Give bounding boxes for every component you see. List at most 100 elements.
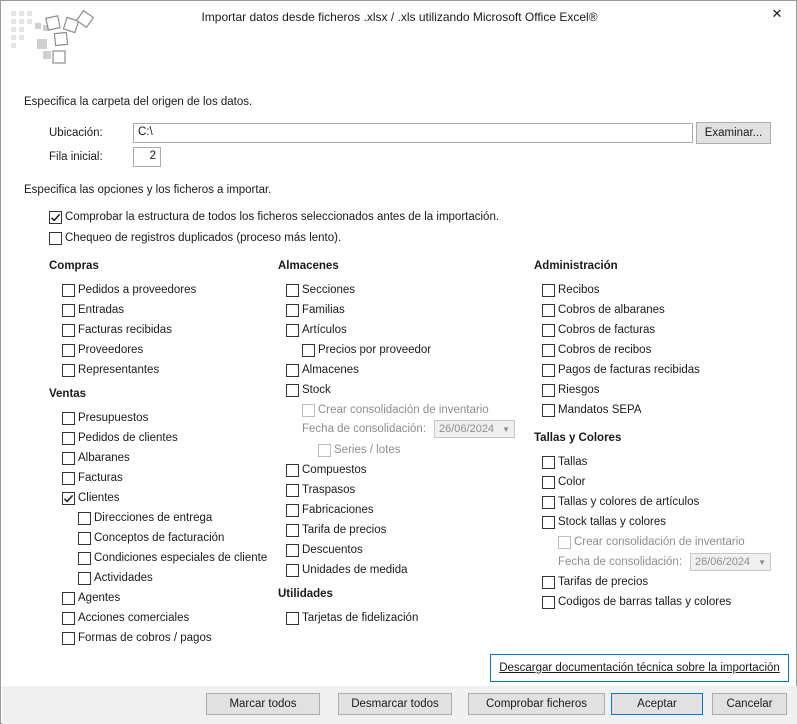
checkbox-box [542,363,555,377]
checkbox-box [286,323,299,337]
checkbox-label: Tallas [558,456,588,468]
checkbox-label: Compuestos [302,464,367,476]
checkbox-box [286,363,299,377]
adm-riesgos-checkbox[interactable]: Riesgos [542,382,600,398]
alm-fecha-combo: 26/06/2024 ▼ [434,420,515,438]
alm-compuestos-checkbox[interactable]: Compuestos [286,462,367,478]
checkbox-label: Facturas [78,472,123,484]
tc-tarifas-checkbox[interactable]: Tarifas de precios [542,574,648,590]
unmark-all-button[interactable]: Desmarcar todos [338,693,452,715]
checkbox-label: Comprobar la estructura de todos los fic… [65,211,500,223]
alm-unidades-checkbox[interactable]: Unidades de medida [286,562,408,578]
tc-tallas-articulos-checkbox[interactable]: Tallas y colores de artículos [542,494,699,510]
alm-almacenes-checkbox[interactable]: Almacenes [286,362,359,378]
adm-cobros-facturas-checkbox[interactable]: Cobros de facturas [542,322,655,338]
checkbox-box [318,443,331,457]
checkbox-label: Precios por proveedor [318,344,432,356]
checkbox-label: Conceptos de facturación [94,532,225,544]
location-input[interactable]: C:\ [133,123,693,143]
alm-traspasos-checkbox[interactable]: Traspasos [286,482,355,498]
compras-pedidos-checkbox[interactable]: Pedidos a proveedores [62,282,196,298]
adm-cobros-recibos-checkbox[interactable]: Cobros de recibos [542,342,651,358]
checkbox-label: Direcciones de entrega [94,512,213,524]
ventas-facturas-checkbox[interactable]: Facturas [62,470,123,486]
cancel-button[interactable]: Cancelar [712,693,787,715]
checkbox-label: Cobros de recibos [558,344,652,356]
ventas-clientes-checkbox[interactable]: Clientes [62,490,120,506]
alm-articulos-checkbox[interactable]: Artículos [286,322,347,338]
check-files-button[interactable]: Comprobar ficheros [468,693,605,715]
compras-entradas-checkbox[interactable]: Entradas [62,302,124,318]
checkbox-label: Unidades de medida [302,564,408,576]
ventas-condiciones-checkbox[interactable]: Condiciones especiales de cliente [78,550,267,566]
start-row-label: Fila inicial: [49,151,103,163]
checkbox-label: Tallas y colores de artículos [558,496,700,508]
checkbox-label: Stock tallas y colores [558,516,667,528]
alm-secciones-checkbox[interactable]: Secciones [286,282,355,298]
ventas-direcciones-checkbox[interactable]: Direcciones de entrega [78,510,212,526]
checkmark-icon [50,213,61,221]
import-dialog: Importar datos desde ficheros .xlsx / .x… [0,0,797,724]
checkbox-box [542,475,555,489]
alm-tarifa-checkbox[interactable]: Tarifa de precios [286,522,386,538]
checkbox-box [542,595,555,609]
tc-codigos-checkbox[interactable]: Codigos de barras tallas y colores [542,594,731,610]
alm-precios-proveedor-checkbox[interactable]: Precios por proveedor [302,342,431,358]
adm-pagos-checkbox[interactable]: Pagos de facturas recibidas [542,362,700,378]
check-duplicates-checkbox[interactable]: Chequeo de registros duplicados (proceso… [49,230,341,246]
tc-color-checkbox[interactable]: Color [542,474,585,490]
alm-fabricaciones-checkbox[interactable]: Fabricaciones [286,502,374,518]
ventas-formas-checkbox[interactable]: Formas de cobros / pagos [62,630,212,646]
checkbox-label: Acciones comerciales [78,612,190,624]
checkbox-box [49,231,62,245]
compras-facturas-checkbox[interactable]: Facturas recibidas [62,322,172,338]
adm-mandatos-checkbox[interactable]: Mandatos SEPA [542,402,642,418]
compras-representantes-checkbox[interactable]: Representantes [62,362,159,378]
alm-familias-checkbox[interactable]: Familias [286,302,345,318]
tc-consolidacion-checkbox: Crear consolidación de inventario [558,534,745,550]
checkbox-box [78,551,91,565]
ventas-actividades-checkbox[interactable]: Actividades [78,570,153,586]
checkbox-label: Cobros de albaranes [558,304,665,316]
checkbox-label: Traspasos [302,484,356,496]
close-button[interactable]: ✕ [766,4,788,24]
checkbox-box [62,431,75,445]
checkbox-box [62,451,75,465]
adm-cobros-albaranes-checkbox[interactable]: Cobros de albaranes [542,302,665,318]
checkbox-label: Recibos [558,284,600,296]
checkbox-box [62,363,75,377]
alm-stock-checkbox[interactable]: Stock [286,382,331,398]
checkbox-label: Codigos de barras tallas y colores [558,596,732,608]
ventas-albaranes-checkbox[interactable]: Albaranes [62,450,130,466]
start-row-input[interactable]: 2 [133,147,161,167]
ventas-agentes-checkbox[interactable]: Agentes [62,590,120,606]
download-docs-link[interactable]: Descargar documentación técnica sobre la… [490,654,789,682]
ventas-acciones-checkbox[interactable]: Acciones comerciales [62,610,189,626]
ventas-presupuestos-checkbox[interactable]: Presupuestos [62,410,148,426]
checkbox-label: Albaranes [78,452,130,464]
alm-descuentos-checkbox[interactable]: Descuentos [286,542,363,558]
checkbox-box [542,303,555,317]
checkbox-label: Tarifa de precios [302,524,387,536]
dialog-title: Importar datos desde ficheros .xlsx / .x… [201,10,598,24]
tc-tallas-checkbox[interactable]: Tallas [542,454,587,470]
compras-proveedores-checkbox[interactable]: Proveedores [62,342,143,358]
browse-button[interactable]: Examinar... [696,122,771,144]
tc-stock-checkbox[interactable]: Stock tallas y colores [542,514,666,530]
checkbox-box [286,543,299,557]
check-structure-checkbox[interactable]: Comprobar la estructura de todos los fic… [49,209,499,225]
checkbox-label: Stock [302,384,331,396]
checkbox-label: Chequeo de registros duplicados (proceso… [65,232,342,244]
checkbox-box [62,411,75,425]
adm-recibos-checkbox[interactable]: Recibos [542,282,600,298]
checkbox-label: Series / lotes [334,444,401,456]
checkbox-label: Presupuestos [78,412,149,424]
util-tarjetas-checkbox[interactable]: Tarjetas de fidelización [286,610,418,626]
checkbox-box [62,283,75,297]
mark-all-button[interactable]: Marcar todos [206,693,320,715]
ventas-heading: Ventas [49,388,87,400]
ventas-pedidos-checkbox[interactable]: Pedidos de clientes [62,430,178,446]
ventas-conceptos-checkbox[interactable]: Conceptos de facturación [78,530,224,546]
accept-button[interactable]: Aceptar [611,693,703,715]
checkbox-box [286,283,299,297]
